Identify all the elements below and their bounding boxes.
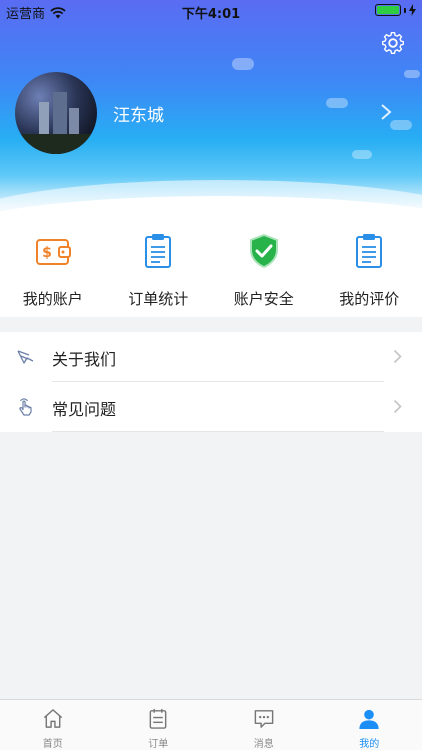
chevron-right-icon[interactable] <box>380 103 392 121</box>
tab-label: 我的 <box>359 739 380 750</box>
chevron-right-icon <box>393 399 402 414</box>
cloud-decoration <box>404 70 420 78</box>
cloud-decoration <box>390 120 412 130</box>
action-my-account[interactable]: $ 我的账户 <box>0 225 106 317</box>
status-bar: 运营商 下午4:01 <box>0 0 422 22</box>
wallet-icon: $ <box>35 239 71 265</box>
action-label: 账户安全 <box>233 290 294 308</box>
tab-me[interactable]: 我的 <box>317 700 422 750</box>
user-name[interactable]: 汪东城 <box>113 101 164 126</box>
order-icon <box>149 708 167 729</box>
home-icon <box>43 709 62 728</box>
battery-icon <box>375 4 401 16</box>
svg-text:$: $ <box>42 245 52 261</box>
tab-bar: 首页 订单 消息 我的 <box>0 699 422 750</box>
menu-list: 关于我们 常见问题 <box>0 332 422 432</box>
action-order-stats[interactable]: 订单统计 <box>106 225 212 317</box>
charging-icon <box>409 4 416 16</box>
action-label: 我的评价 <box>339 290 400 308</box>
quick-actions: $ 我的账户 订单统计 账户安全 我的评价 <box>0 225 422 317</box>
avatar[interactable] <box>15 72 97 154</box>
menu-item-faq[interactable]: 常见问题 <box>0 382 422 432</box>
cloud-decoration <box>232 58 254 70</box>
clipboard-list-icon <box>356 234 383 268</box>
action-label: 订单统计 <box>128 290 189 308</box>
chevron-right-icon <box>393 349 402 364</box>
tap-hand-icon <box>19 398 32 416</box>
cloud-decoration <box>326 98 348 108</box>
shield-check-icon <box>249 233 278 269</box>
info-hand-icon <box>17 350 34 364</box>
divider <box>52 431 384 432</box>
action-account-security[interactable]: 账户安全 <box>211 225 317 317</box>
tab-label: 首页 <box>42 739 63 750</box>
user-icon <box>359 709 379 730</box>
message-icon <box>254 710 274 728</box>
tab-label: 消息 <box>253 739 274 750</box>
cloud-decoration <box>352 150 372 159</box>
menu-item-label: 关于我们 <box>52 350 117 369</box>
menu-item-label: 常见问题 <box>52 400 117 419</box>
tab-label: 订单 <box>148 739 169 750</box>
tab-orders[interactable]: 订单 <box>106 700 212 750</box>
menu-item-about-us[interactable]: 关于我们 <box>0 332 422 382</box>
action-label: 我的账户 <box>22 290 83 308</box>
status-time: 下午4:01 <box>181 7 241 22</box>
clipboard-icon <box>145 234 172 268</box>
settings-gear-icon[interactable] <box>380 30 406 56</box>
tab-home[interactable]: 首页 <box>0 700 106 750</box>
action-my-reviews[interactable]: 我的评价 <box>317 225 422 317</box>
tab-messages[interactable]: 消息 <box>211 700 317 750</box>
